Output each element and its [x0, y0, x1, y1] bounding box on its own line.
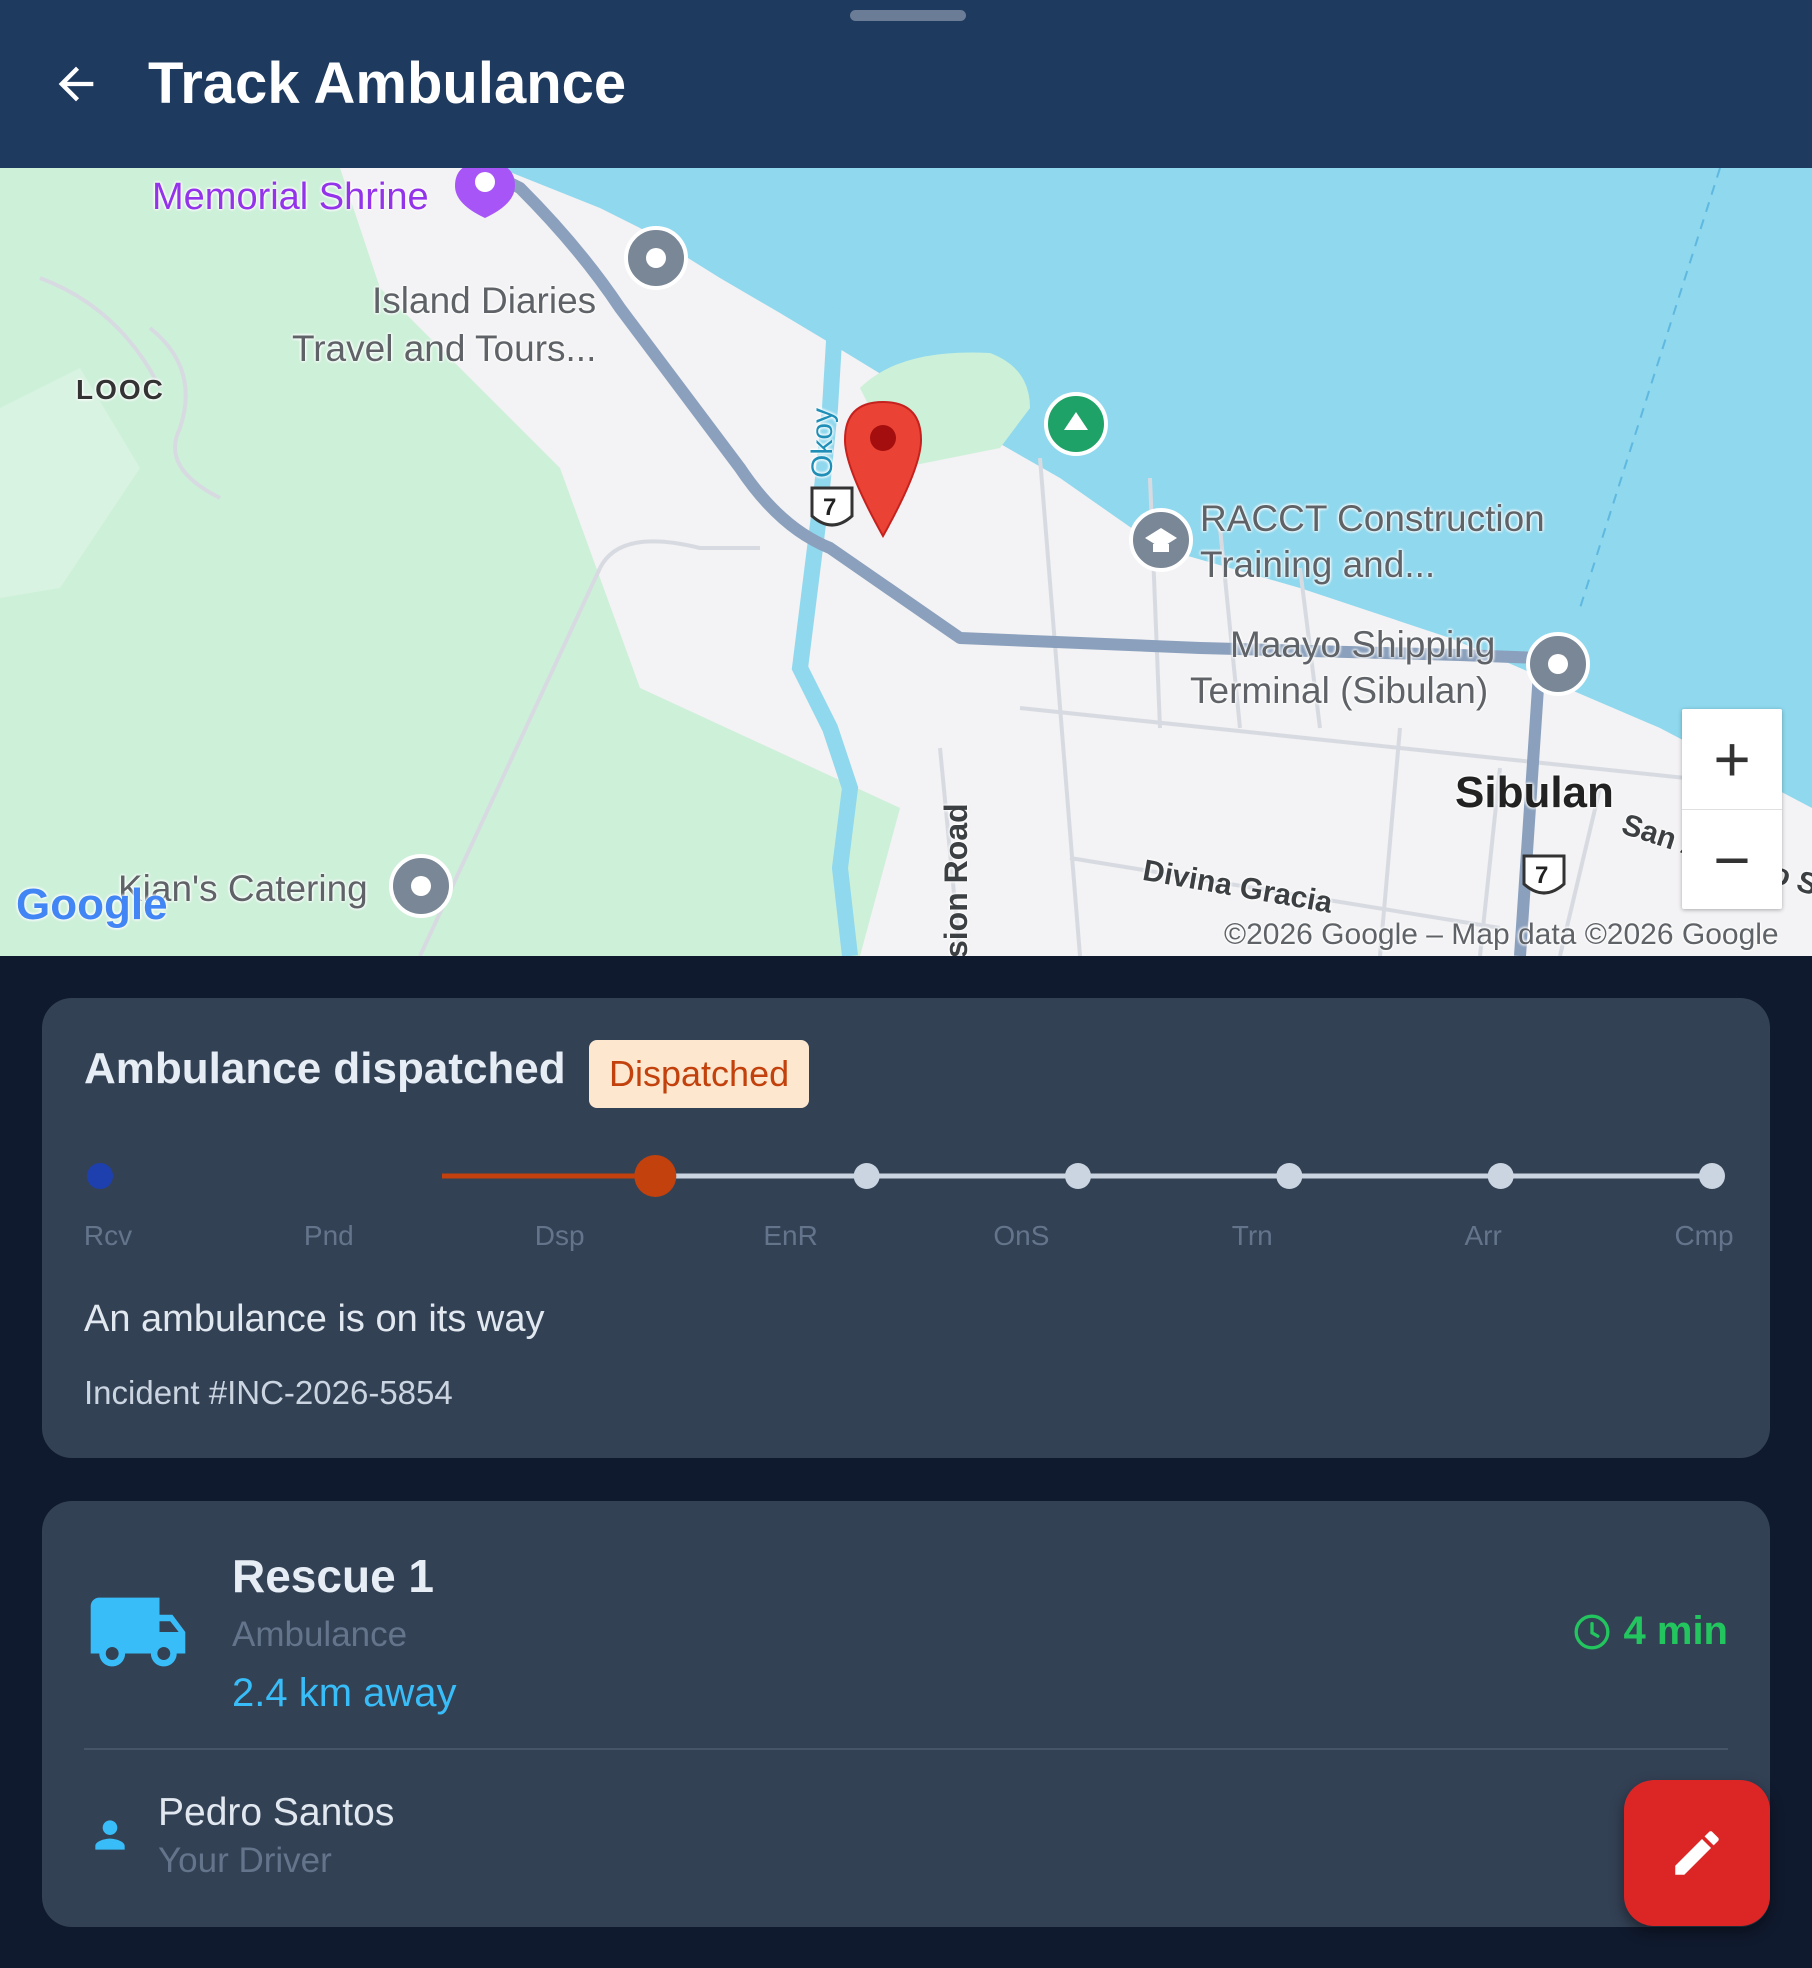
- step-label-pnd: Pnd: [303, 1220, 354, 1251]
- unit-name: Rescue 1: [232, 1550, 435, 1602]
- status-title: Ambulance dispatched: [84, 1044, 566, 1093]
- label-mission-road: sion Road: [938, 803, 974, 956]
- label-island-diaries-2: Travel and Tours...: [292, 328, 597, 369]
- label-raccct: RACCT Construction: [1200, 498, 1545, 539]
- memorial-pin: [455, 168, 515, 218]
- label-okoy: Okoy: [806, 407, 839, 478]
- divider: [84, 1748, 1728, 1750]
- label-memorial-shrine: Memorial Shrine: [152, 176, 429, 218]
- step-dot-cmp: [1699, 1163, 1725, 1189]
- step-dot-trn: [1276, 1163, 1303, 1189]
- label-maayo-2: Terminal (Sibulan): [1190, 670, 1489, 711]
- person-icon: [95, 1820, 125, 1850]
- step-label-rcv: Rcv: [83, 1220, 133, 1251]
- incident-number: Incident #INC-2026-5854: [84, 1374, 453, 1411]
- status-badge: Dispatched: [589, 1040, 810, 1108]
- step-label-ons: OnS: [993, 1220, 1050, 1251]
- driver-name: Pedro Santos: [158, 1791, 395, 1834]
- status-message: An ambulance is on its way: [84, 1298, 545, 1340]
- step-label-enr: EnR: [763, 1220, 818, 1251]
- google-logo: Google: [16, 880, 168, 929]
- sea: [500, 168, 1812, 808]
- label-raccct-2: Training and...: [1200, 544, 1436, 585]
- route-shield-7-label: 7: [823, 494, 837, 521]
- eta-text: 4 min: [1623, 1609, 1728, 1653]
- pencil-icon: [1675, 1831, 1719, 1875]
- kians-pin: [389, 854, 453, 918]
- unit-distance: 2.4 km away: [232, 1671, 457, 1715]
- island-diaries-pin: [624, 226, 688, 290]
- step-dot-rcv: [87, 1163, 113, 1189]
- label-island-diaries: Island Diaries: [372, 280, 597, 321]
- drag-handle[interactable]: [850, 10, 966, 21]
- clock-icon: [1574, 1614, 1610, 1649]
- driver-role: Your Driver: [158, 1841, 332, 1880]
- zoom-out-button[interactable]: −: [1682, 809, 1782, 909]
- ambulance-location-marker: [843, 400, 923, 539]
- map-copyright: ©2026 Google – Map data ©2026 Google: [1224, 918, 1779, 951]
- step-label-cmp: Cmp: [1674, 1220, 1734, 1251]
- step-dot-arr: [1487, 1163, 1514, 1189]
- park-pin: [1044, 392, 1108, 456]
- step-dot-ons: [1065, 1163, 1091, 1189]
- unit-card: Rescue 1 Ambulance 2.4 km away 4 min Ped…: [42, 1501, 1770, 1927]
- zoom-controls: + −: [1682, 709, 1782, 909]
- eta-indicator: 4 min: [1572, 1609, 1728, 1654]
- label-sibulan: Sibulan: [1455, 768, 1614, 817]
- map-view[interactable]: Memorial Shrine Island Diaries Travel an…: [0, 168, 1812, 956]
- label-looc: LOOC: [76, 374, 165, 405]
- unit-type: Ambulance: [232, 1615, 408, 1654]
- page-title: Track Ambulance: [148, 51, 627, 116]
- status-card: Ambulance dispatched Dispatched Rcv Pnd Ds…: [42, 998, 1770, 1458]
- arrow-left-icon: [58, 66, 94, 102]
- step-label-dsp: Dsp: [534, 1220, 585, 1251]
- back-button[interactable]: [36, 44, 116, 124]
- truck-icon: [90, 1597, 186, 1667]
- step-dot-dsp: [634, 1155, 677, 1197]
- edit-fab[interactable]: [1624, 1780, 1770, 1926]
- step-dot-enr: [853, 1163, 880, 1189]
- status-stepper: Rcv Pnd Dsp EnR OnS Trn Arr Cmp: [83, 1138, 1734, 1268]
- map-canvas: [0, 168, 1812, 956]
- app-bar: Track Ambulance: [0, 0, 1812, 168]
- stepper-track: [87, 1155, 1725, 1197]
- zoom-in-button[interactable]: +: [1682, 709, 1782, 809]
- school-pin: [1129, 508, 1193, 572]
- step-label-trn: Trn: [1231, 1220, 1273, 1251]
- route-shield-7b-label: 7: [1535, 862, 1549, 889]
- maayo-pin: [1526, 632, 1590, 696]
- step-label-arr: Arr: [1464, 1220, 1502, 1251]
- label-maayo: Maayo Shipping: [1230, 624, 1496, 665]
